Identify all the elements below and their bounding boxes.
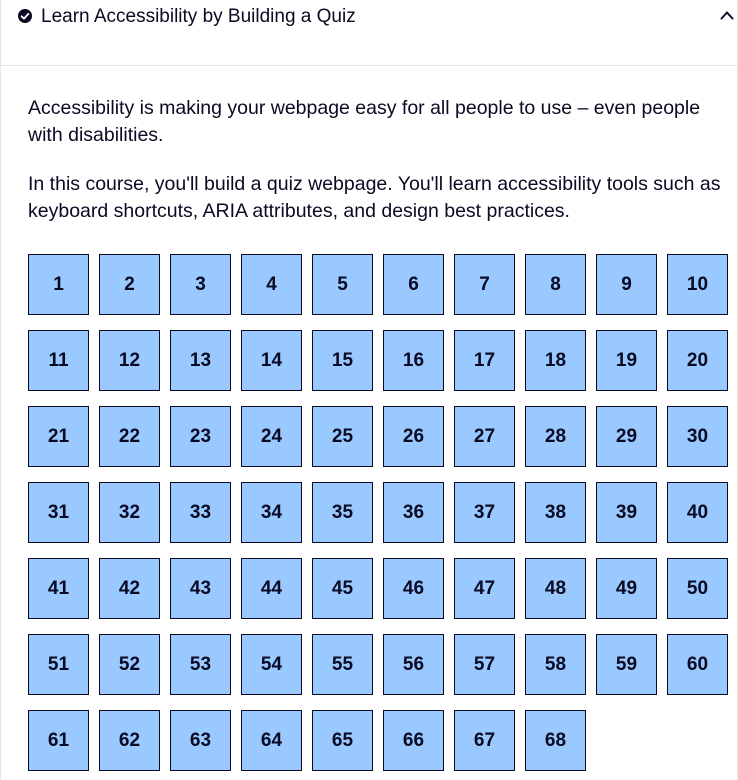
step-button[interactable]: 37 [454, 482, 515, 543]
step-button[interactable]: 52 [99, 634, 160, 695]
step-button[interactable]: 54 [241, 634, 302, 695]
step-button[interactable]: 44 [241, 558, 302, 619]
step-button[interactable]: 53 [170, 634, 231, 695]
step-button[interactable]: 7 [454, 254, 515, 315]
step-button[interactable]: 5 [312, 254, 373, 315]
step-button[interactable]: 55 [312, 634, 373, 695]
step-button[interactable]: 26 [383, 406, 444, 467]
step-button[interactable]: 18 [525, 330, 586, 391]
block-description: In this course, you'll build a quiz webp… [28, 173, 721, 222]
step-button[interactable]: 34 [241, 482, 302, 543]
step-button[interactable]: 33 [170, 482, 231, 543]
step-button[interactable]: 43 [170, 558, 231, 619]
step-button[interactable]: 19 [596, 330, 657, 391]
step-button[interactable]: 51 [28, 634, 89, 695]
step-button[interactable]: 28 [525, 406, 586, 467]
step-button[interactable]: 10 [667, 254, 728, 315]
block-header-toggle[interactable]: Learn Accessibility by Building a Quiz [1, 0, 737, 66]
step-button[interactable]: 13 [170, 330, 231, 391]
step-button[interactable]: 60 [667, 634, 728, 695]
step-button[interactable]: 58 [525, 634, 586, 695]
block-title: Learn Accessibility by Building a Quiz [41, 6, 356, 27]
step-button[interactable]: 12 [99, 330, 160, 391]
step-button[interactable]: 16 [383, 330, 444, 391]
step-button[interactable]: 32 [99, 482, 160, 543]
step-button[interactable]: 8 [525, 254, 586, 315]
step-button[interactable]: 41 [28, 558, 89, 619]
step-button[interactable]: 35 [312, 482, 373, 543]
step-button[interactable]: 17 [454, 330, 515, 391]
step-button[interactable]: 25 [312, 406, 373, 467]
step-button[interactable]: 49 [596, 558, 657, 619]
step-button[interactable]: 63 [170, 710, 231, 771]
step-button[interactable]: 21 [28, 406, 89, 467]
step-button[interactable]: 23 [170, 406, 231, 467]
step-button[interactable]: 30 [667, 406, 728, 467]
step-button[interactable]: 1 [28, 254, 89, 315]
step-button[interactable]: 3 [170, 254, 231, 315]
step-button[interactable]: 29 [596, 406, 657, 467]
step-button[interactable]: 4 [241, 254, 302, 315]
step-button[interactable]: 46 [383, 558, 444, 619]
step-button[interactable]: 38 [525, 482, 586, 543]
step-button[interactable]: 47 [454, 558, 515, 619]
step-button[interactable]: 48 [525, 558, 586, 619]
step-button[interactable]: 11 [28, 330, 89, 391]
step-button[interactable]: 42 [99, 558, 160, 619]
step-button[interactable]: 59 [596, 634, 657, 695]
step-button[interactable]: 9 [596, 254, 657, 315]
caret-up-icon [720, 11, 734, 20]
step-button[interactable]: 64 [241, 710, 302, 771]
step-button[interactable]: 67 [454, 710, 515, 771]
step-button[interactable]: 65 [312, 710, 373, 771]
step-button[interactable]: 50 [667, 558, 728, 619]
block-description: Accessibility is making your webpage eas… [28, 97, 701, 146]
step-button[interactable]: 27 [454, 406, 515, 467]
step-button[interactable]: 56 [383, 634, 444, 695]
step-button[interactable]: 39 [596, 482, 657, 543]
step-button[interactable]: 68 [525, 710, 586, 771]
step-button[interactable]: 66 [383, 710, 444, 771]
step-button[interactable]: 61 [28, 710, 89, 771]
step-button[interactable]: 15 [312, 330, 373, 391]
check-circle-icon [18, 9, 32, 23]
step-button[interactable]: 45 [312, 558, 373, 619]
step-button[interactable]: 62 [99, 710, 160, 771]
step-button[interactable]: 2 [99, 254, 160, 315]
step-button[interactable]: 24 [241, 406, 302, 467]
step-grid: 1 2 3 4 5 6 7 8 9 10 11 12 13 14 15 16 17 18 19 20 21 22 23 24 2… [28, 254, 730, 771]
step-button[interactable]: 36 [383, 482, 444, 543]
step-button[interactable]: 20 [667, 330, 728, 391]
step-button[interactable]: 31 [28, 482, 89, 543]
step-button[interactable]: 6 [383, 254, 444, 315]
course-block: Learn Accessibility by Building a Quiz A… [0, 0, 738, 780]
step-button[interactable]: 22 [99, 406, 160, 467]
step-button[interactable]: 57 [454, 634, 515, 695]
step-button[interactable]: 14 [241, 330, 302, 391]
step-button[interactable]: 40 [667, 482, 728, 543]
